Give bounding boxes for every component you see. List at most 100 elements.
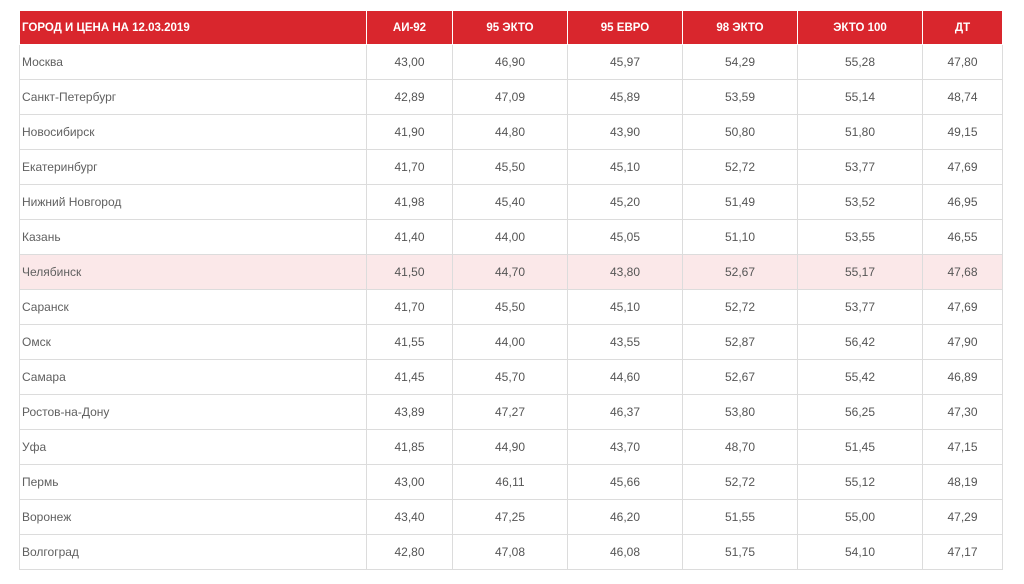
price-cell: 53,59 bbox=[682, 79, 798, 115]
table-row: Волгоград 42,80 47,08 46,08 51,75 54,10 … bbox=[19, 534, 1003, 570]
table-row: Саранск 41,70 45,50 45,10 52,72 53,77 47… bbox=[19, 289, 1003, 325]
price-cell: 44,00 bbox=[452, 219, 568, 255]
price-cell: 51,55 bbox=[682, 499, 798, 535]
price-cell: 45,70 bbox=[452, 359, 568, 395]
price-cell: 51,45 bbox=[797, 429, 923, 465]
price-cell: 41,55 bbox=[366, 324, 453, 360]
price-cell: 53,52 bbox=[797, 184, 923, 220]
table-row: Санкт-Петербург 42,89 47,09 45,89 53,59 … bbox=[19, 79, 1003, 115]
price-cell: 46,95 bbox=[922, 184, 1003, 220]
header-98-ekto: 98 ЭКТО bbox=[682, 10, 798, 45]
table-row: Нижний Новгород 41,98 45,40 45,20 51,49 … bbox=[19, 184, 1003, 220]
city-cell: Омск bbox=[19, 324, 367, 360]
header-ekto-100: ЭКТО 100 bbox=[797, 10, 923, 45]
price-cell: 46,90 bbox=[452, 44, 568, 80]
city-cell: Пермь bbox=[19, 464, 367, 500]
price-cell: 47,29 bbox=[922, 499, 1003, 535]
price-cell: 53,77 bbox=[797, 149, 923, 185]
price-cell: 49,15 bbox=[922, 114, 1003, 150]
price-cell: 55,14 bbox=[797, 79, 923, 115]
table-row: Пермь 43,00 46,11 45,66 52,72 55,12 48,1… bbox=[19, 464, 1003, 500]
price-cell: 47,27 bbox=[452, 394, 568, 430]
price-cell: 44,80 bbox=[452, 114, 568, 150]
table-row: Новосибирск 41,90 44,80 43,90 50,80 51,8… bbox=[19, 114, 1003, 150]
price-cell: 46,89 bbox=[922, 359, 1003, 395]
price-cell: 45,10 bbox=[567, 149, 683, 185]
price-cell: 44,90 bbox=[452, 429, 568, 465]
city-cell: Нижний Новгород bbox=[19, 184, 367, 220]
city-cell: Волгоград bbox=[19, 534, 367, 570]
price-cell: 44,70 bbox=[452, 254, 568, 290]
price-cell: 44,00 bbox=[452, 324, 568, 360]
price-cell: 42,80 bbox=[366, 534, 453, 570]
price-cell: 52,72 bbox=[682, 149, 798, 185]
fuel-price-table-container: ГОРОД И ЦЕНА НА 12.03.2019 АИ-92 95 ЭКТО… bbox=[19, 10, 1003, 570]
price-cell: 55,28 bbox=[797, 44, 923, 80]
table-row: Казань 41,40 44,00 45,05 51,10 53,55 46,… bbox=[19, 219, 1003, 255]
price-cell: 43,00 bbox=[366, 464, 453, 500]
price-cell: 41,50 bbox=[366, 254, 453, 290]
fuel-price-table: ГОРОД И ЦЕНА НА 12.03.2019 АИ-92 95 ЭКТО… bbox=[19, 10, 1003, 570]
price-cell: 43,70 bbox=[567, 429, 683, 465]
city-cell: Самара bbox=[19, 359, 367, 395]
price-cell: 45,89 bbox=[567, 79, 683, 115]
price-cell: 47,69 bbox=[922, 289, 1003, 325]
price-cell: 47,80 bbox=[922, 44, 1003, 80]
price-cell: 51,49 bbox=[682, 184, 798, 220]
price-cell: 47,69 bbox=[922, 149, 1003, 185]
table-row: Москва 43,00 46,90 45,97 54,29 55,28 47,… bbox=[19, 44, 1003, 80]
price-cell: 42,89 bbox=[366, 79, 453, 115]
price-cell: 52,67 bbox=[682, 359, 798, 395]
price-cell: 47,68 bbox=[922, 254, 1003, 290]
price-cell: 51,75 bbox=[682, 534, 798, 570]
header-95-evro: 95 ЕВРО bbox=[567, 10, 683, 45]
price-cell: 41,70 bbox=[366, 149, 453, 185]
table-body: Москва 43,00 46,90 45,97 54,29 55,28 47,… bbox=[19, 44, 1003, 570]
price-cell: 45,66 bbox=[567, 464, 683, 500]
price-cell: 41,98 bbox=[366, 184, 453, 220]
price-cell: 43,89 bbox=[366, 394, 453, 430]
price-cell: 46,37 bbox=[567, 394, 683, 430]
price-cell: 53,77 bbox=[797, 289, 923, 325]
price-cell: 45,50 bbox=[452, 149, 568, 185]
price-cell: 46,55 bbox=[922, 219, 1003, 255]
table-row: Воронеж 43,40 47,25 46,20 51,55 55,00 47… bbox=[19, 499, 1003, 535]
price-cell: 43,00 bbox=[366, 44, 453, 80]
price-cell: 41,70 bbox=[366, 289, 453, 325]
city-cell: Воронеж bbox=[19, 499, 367, 535]
price-cell: 45,20 bbox=[567, 184, 683, 220]
price-cell: 47,25 bbox=[452, 499, 568, 535]
table-row-highlighted: Челябинск 41,50 44,70 43,80 52,67 55,17 … bbox=[19, 254, 1003, 290]
price-cell: 43,55 bbox=[567, 324, 683, 360]
price-cell: 47,09 bbox=[452, 79, 568, 115]
price-cell: 41,45 bbox=[366, 359, 453, 395]
price-cell: 55,12 bbox=[797, 464, 923, 500]
price-cell: 46,20 bbox=[567, 499, 683, 535]
price-cell: 44,60 bbox=[567, 359, 683, 395]
price-cell: 48,74 bbox=[922, 79, 1003, 115]
table-row: Екатеринбург 41,70 45,50 45,10 52,72 53,… bbox=[19, 149, 1003, 185]
price-cell: 45,40 bbox=[452, 184, 568, 220]
price-cell: 47,90 bbox=[922, 324, 1003, 360]
city-cell: Уфа bbox=[19, 429, 367, 465]
table-header-row: ГОРОД И ЦЕНА НА 12.03.2019 АИ-92 95 ЭКТО… bbox=[19, 10, 1003, 45]
price-cell: 52,87 bbox=[682, 324, 798, 360]
table-row: Омск 41,55 44,00 43,55 52,87 56,42 47,90 bbox=[19, 324, 1003, 360]
price-cell: 51,10 bbox=[682, 219, 798, 255]
table-row: Уфа 41,85 44,90 43,70 48,70 51,45 47,15 bbox=[19, 429, 1003, 465]
city-cell: Ростов-на-Дону bbox=[19, 394, 367, 430]
price-cell: 50,80 bbox=[682, 114, 798, 150]
price-cell: 56,25 bbox=[797, 394, 923, 430]
price-cell: 53,55 bbox=[797, 219, 923, 255]
header-city-date: ГОРОД И ЦЕНА НА 12.03.2019 bbox=[19, 10, 367, 45]
price-cell: 43,40 bbox=[366, 499, 453, 535]
price-cell: 45,50 bbox=[452, 289, 568, 325]
city-cell: Саранск bbox=[19, 289, 367, 325]
price-cell: 46,11 bbox=[452, 464, 568, 500]
price-cell: 55,00 bbox=[797, 499, 923, 535]
city-cell: Санкт-Петербург bbox=[19, 79, 367, 115]
price-cell: 41,90 bbox=[366, 114, 453, 150]
price-cell: 48,70 bbox=[682, 429, 798, 465]
price-cell: 43,90 bbox=[567, 114, 683, 150]
price-cell: 55,42 bbox=[797, 359, 923, 395]
